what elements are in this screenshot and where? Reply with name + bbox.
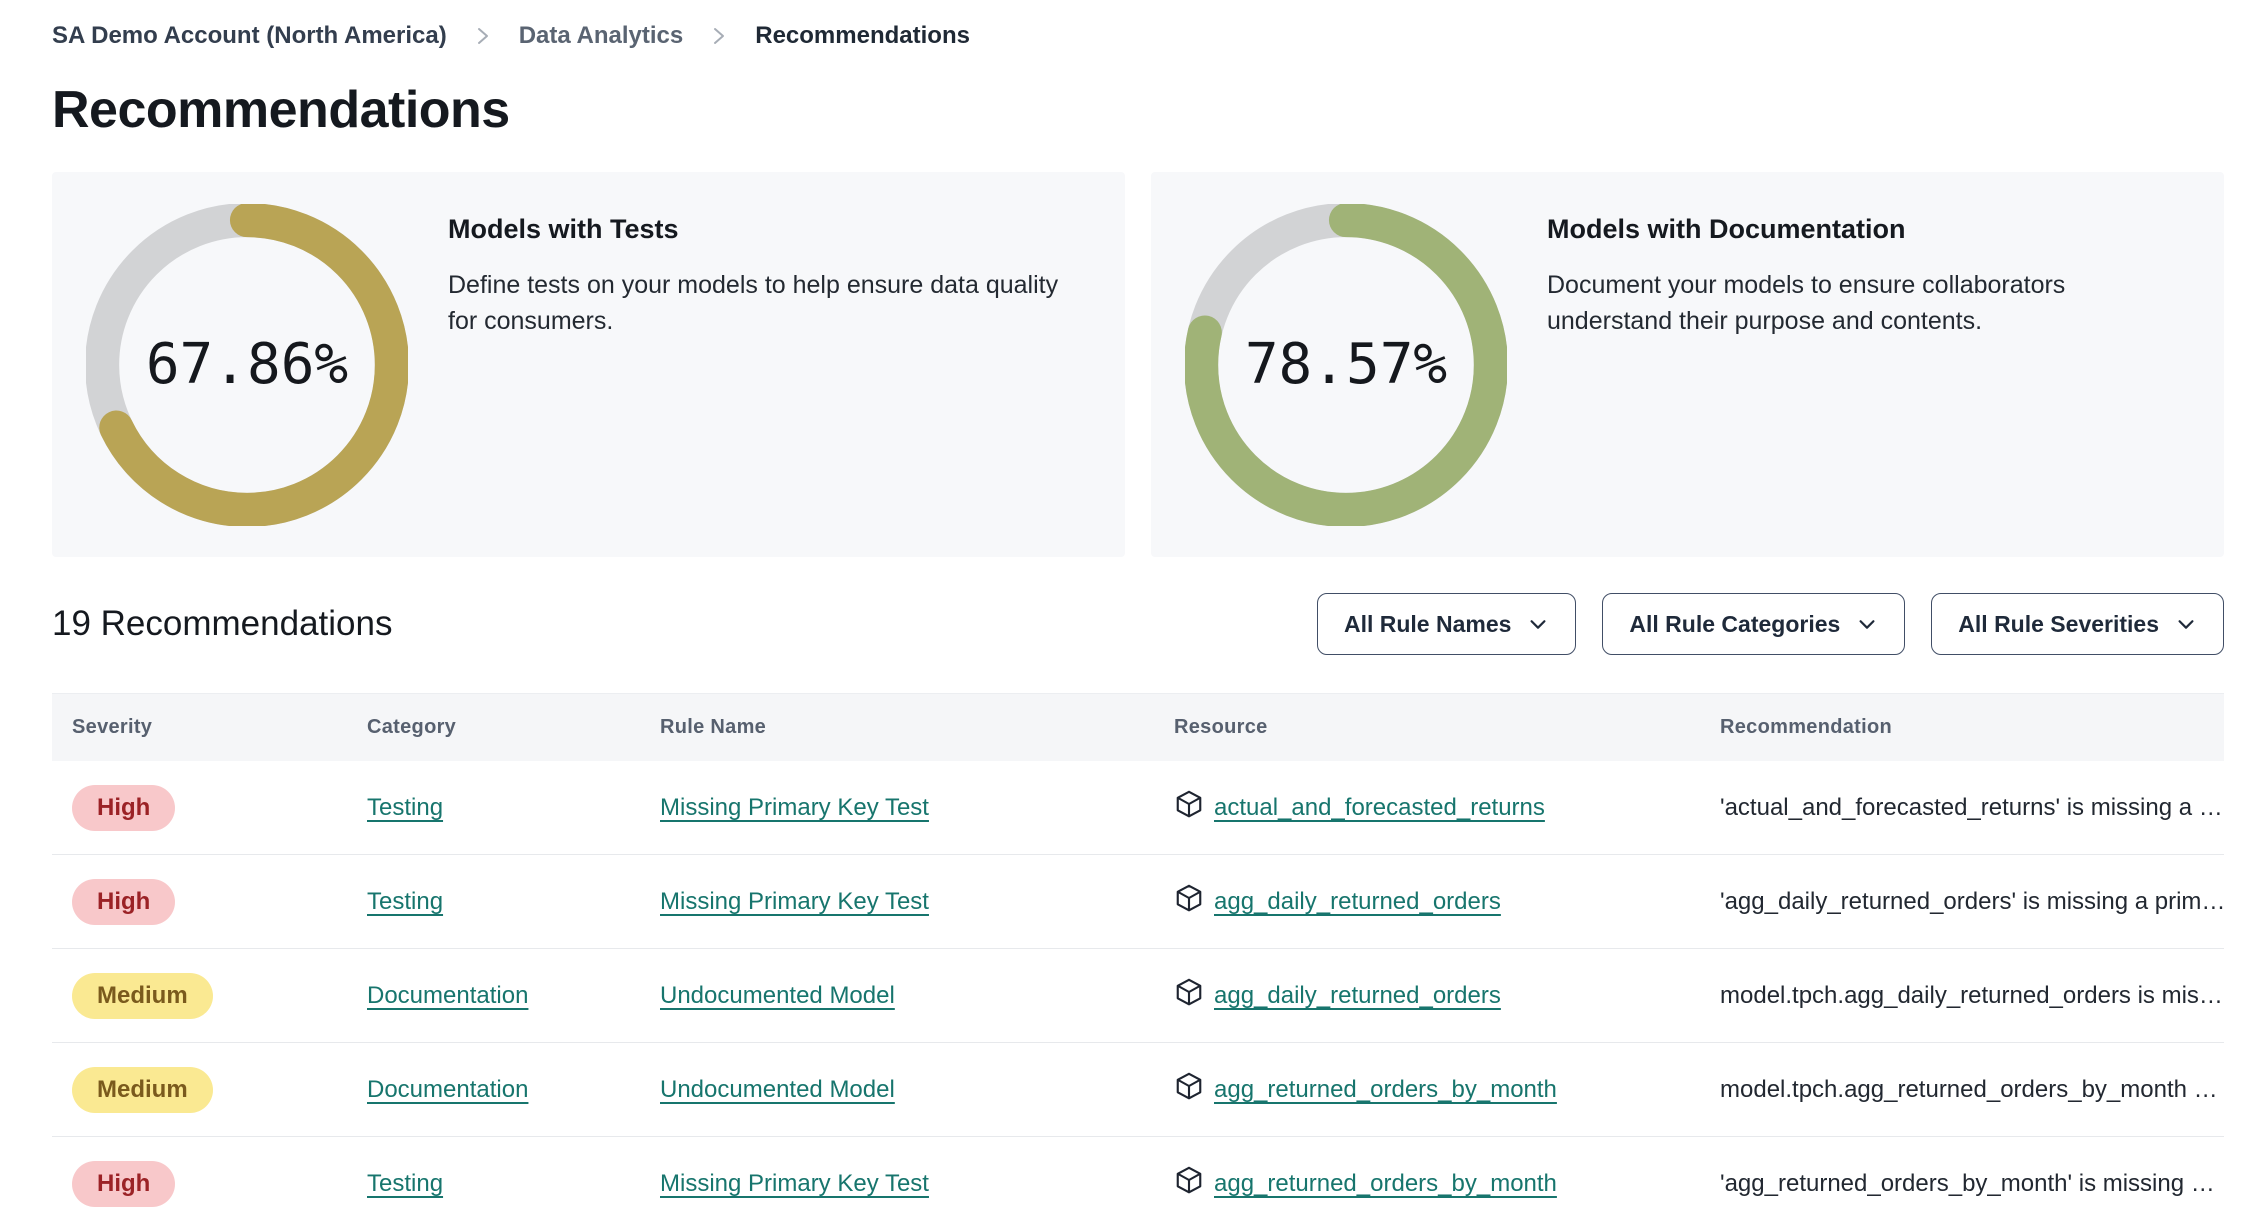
chevron-down-icon — [2175, 613, 2197, 635]
filter-bar: All Rule Names All Rule Categories All R… — [1316, 593, 2224, 655]
rule-name-link[interactable]: Missing Primary Key Test — [660, 794, 929, 821]
resource-link[interactable]: agg_daily_returned_orders — [1214, 982, 1501, 1010]
recommendation-text: model.tpch.agg_returned_orders_by_month … — [1720, 1075, 2218, 1103]
table-row: Medium Documentation Undocumented Model … — [52, 1043, 2224, 1137]
table-row: High Testing Missing Primary Key Test ag… — [52, 855, 2224, 949]
rule-severities-filter-dropdown[interactable]: All Rule Severities — [1931, 593, 2224, 655]
recommendation-text: 'agg_daily_returned_orders' is missing a… — [1720, 887, 2224, 915]
category-link[interactable]: Testing — [367, 888, 443, 915]
documentation-donut-chart: 78.57% — [1185, 203, 1507, 526]
resource-link[interactable]: agg_returned_orders_by_month — [1214, 1170, 1557, 1198]
rule-severities-filter-label: All Rule Severities — [1958, 610, 2159, 637]
box-icon — [1174, 883, 1204, 920]
recommendations-table: Severity Category Rule Name Resource Rec… — [52, 693, 2224, 1220]
recommendations-page: SA Demo Account (North America) Data Ana… — [0, 0, 2248, 1220]
resource-link[interactable]: agg_daily_returned_orders — [1214, 888, 1501, 916]
rule-name-link[interactable]: Missing Primary Key Test — [660, 1170, 929, 1197]
tests-donut-chart: 67.86% — [86, 203, 408, 526]
breadcrumb-project-link[interactable]: Data Analytics — [519, 22, 684, 50]
column-header-recommendation: Recommendation — [1720, 716, 1893, 738]
rule-name-link[interactable]: Undocumented Model — [660, 982, 895, 1009]
table-row: Medium Documentation Undocumented Model … — [52, 949, 2224, 1043]
box-icon — [1174, 789, 1204, 826]
severity-badge: Medium — [72, 1066, 213, 1113]
table-row: High Testing Missing Primary Key Test ag… — [52, 1137, 2224, 1220]
documentation-card-text: Models with Documentation Document your … — [1547, 172, 2190, 340]
severity-badge: High — [72, 784, 176, 831]
page-title: Recommendations — [52, 81, 510, 139]
tests-percent-value: 67.86% — [145, 332, 349, 397]
severity-badge: High — [72, 1160, 176, 1207]
documentation-card-title: Models with Documentation — [1547, 214, 1906, 244]
column-header-category: Category — [367, 716, 457, 738]
tests-card-text: Models with Tests Define tests on your m… — [448, 172, 1091, 340]
column-header-resource: Resource — [1174, 716, 1268, 738]
box-icon — [1174, 1165, 1204, 1202]
table-header-row: Severity Category Rule Name Resource Rec… — [52, 693, 2224, 761]
severity-badge: High — [72, 878, 176, 925]
chevron-right-icon — [475, 24, 491, 48]
documentation-card-description: Document your models to ensure collabora… — [1547, 271, 2066, 336]
category-link[interactable]: Testing — [367, 794, 443, 821]
breadcrumb: SA Demo Account (North America) Data Ana… — [52, 22, 2224, 50]
rule-categories-filter-label: All Rule Categories — [1629, 610, 1841, 637]
rule-name-link[interactable]: Undocumented Model — [660, 1076, 895, 1103]
resource-link[interactable]: actual_and_forecasted_returns — [1214, 794, 1545, 822]
box-icon — [1174, 1071, 1204, 1108]
resource-link[interactable]: agg_returned_orders_by_month — [1214, 1076, 1557, 1104]
chevron-right-icon — [711, 24, 727, 48]
recommendation-text: 'agg_returned_orders_by_month' is missin… — [1720, 1169, 2215, 1197]
box-icon — [1174, 977, 1204, 1014]
category-link[interactable]: Testing — [367, 1170, 443, 1197]
tests-card-title: Models with Tests — [448, 214, 679, 244]
recommendation-text: 'actual_and_forecasted_returns' is missi… — [1720, 793, 2223, 821]
chevron-down-icon — [1856, 613, 1878, 635]
list-header-bar: 19 Recommendations All Rule Names All Ru… — [52, 593, 2224, 655]
category-link[interactable]: Documentation — [367, 982, 528, 1009]
rule-categories-filter-dropdown[interactable]: All Rule Categories — [1602, 593, 1906, 655]
column-header-rule-name: Rule Name — [660, 716, 767, 738]
models-with-documentation-card: 78.57% Models with Documentation Documen… — [1151, 172, 2224, 557]
rule-name-link[interactable]: Missing Primary Key Test — [660, 888, 929, 915]
tests-card-description: Define tests on your models to help ensu… — [448, 271, 1059, 336]
breadcrumb-account-link[interactable]: SA Demo Account (North America) — [52, 22, 447, 50]
documentation-percent-value: 78.57% — [1244, 332, 1448, 397]
category-link[interactable]: Documentation — [367, 1076, 528, 1103]
recommendations-count-title: 19 Recommendations — [52, 604, 393, 643]
metric-cards: 67.86% Models with Tests Define tests on… — [52, 172, 2224, 557]
rule-names-filter-label: All Rule Names — [1343, 610, 1512, 637]
recommendation-text: model.tpch.agg_daily_returned_orders is … — [1720, 981, 2223, 1009]
table-row: High Testing Missing Primary Key Test ac… — [52, 761, 2224, 855]
breadcrumb-current: Recommendations — [755, 22, 970, 49]
chevron-down-icon — [1527, 613, 1549, 635]
rule-names-filter-dropdown[interactable]: All Rule Names — [1316, 593, 1577, 655]
column-header-severity: Severity — [72, 716, 153, 738]
models-with-tests-card: 67.86% Models with Tests Define tests on… — [52, 172, 1125, 557]
severity-badge: Medium — [72, 972, 213, 1019]
